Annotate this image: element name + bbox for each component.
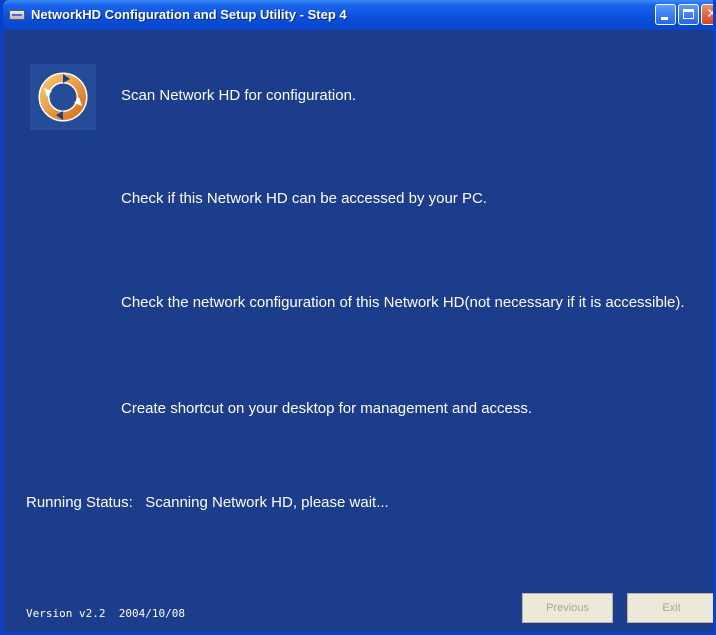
step-check-network: Check the network configuration of this …: [121, 294, 685, 311]
window-title: NetworkHD Configuration and Setup Utilit…: [31, 7, 347, 22]
app-window-icon: [9, 10, 25, 20]
step-create-shortcut: Create shortcut on your desktop for mana…: [121, 400, 533, 417]
version-text: Version v2.2 2004/10/08: [26, 607, 185, 620]
step-check-access: Check if this Network HD can be accessed…: [121, 190, 487, 207]
exit-button[interactable]: Exit: [627, 593, 713, 623]
previous-button[interactable]: Previous: [522, 593, 613, 623]
logo-panel: [30, 64, 96, 130]
setup-window: NetworkHD Configuration and Setup Utilit…: [0, 0, 716, 635]
maximize-button[interactable]: [678, 4, 699, 25]
close-button[interactable]: [701, 4, 713, 25]
running-status: Running Status: Scanning Network HD, ple…: [26, 494, 389, 511]
status-label: Running Status:: [26, 494, 133, 511]
step-scan: Scan Network HD for configuration.: [121, 87, 357, 104]
minimize-button[interactable]: [655, 4, 676, 25]
title-bar[interactable]: NetworkHD Configuration and Setup Utilit…: [3, 0, 713, 30]
status-message: Scanning Network HD, please wait...: [145, 494, 389, 511]
sync-circle-icon: [38, 72, 88, 122]
